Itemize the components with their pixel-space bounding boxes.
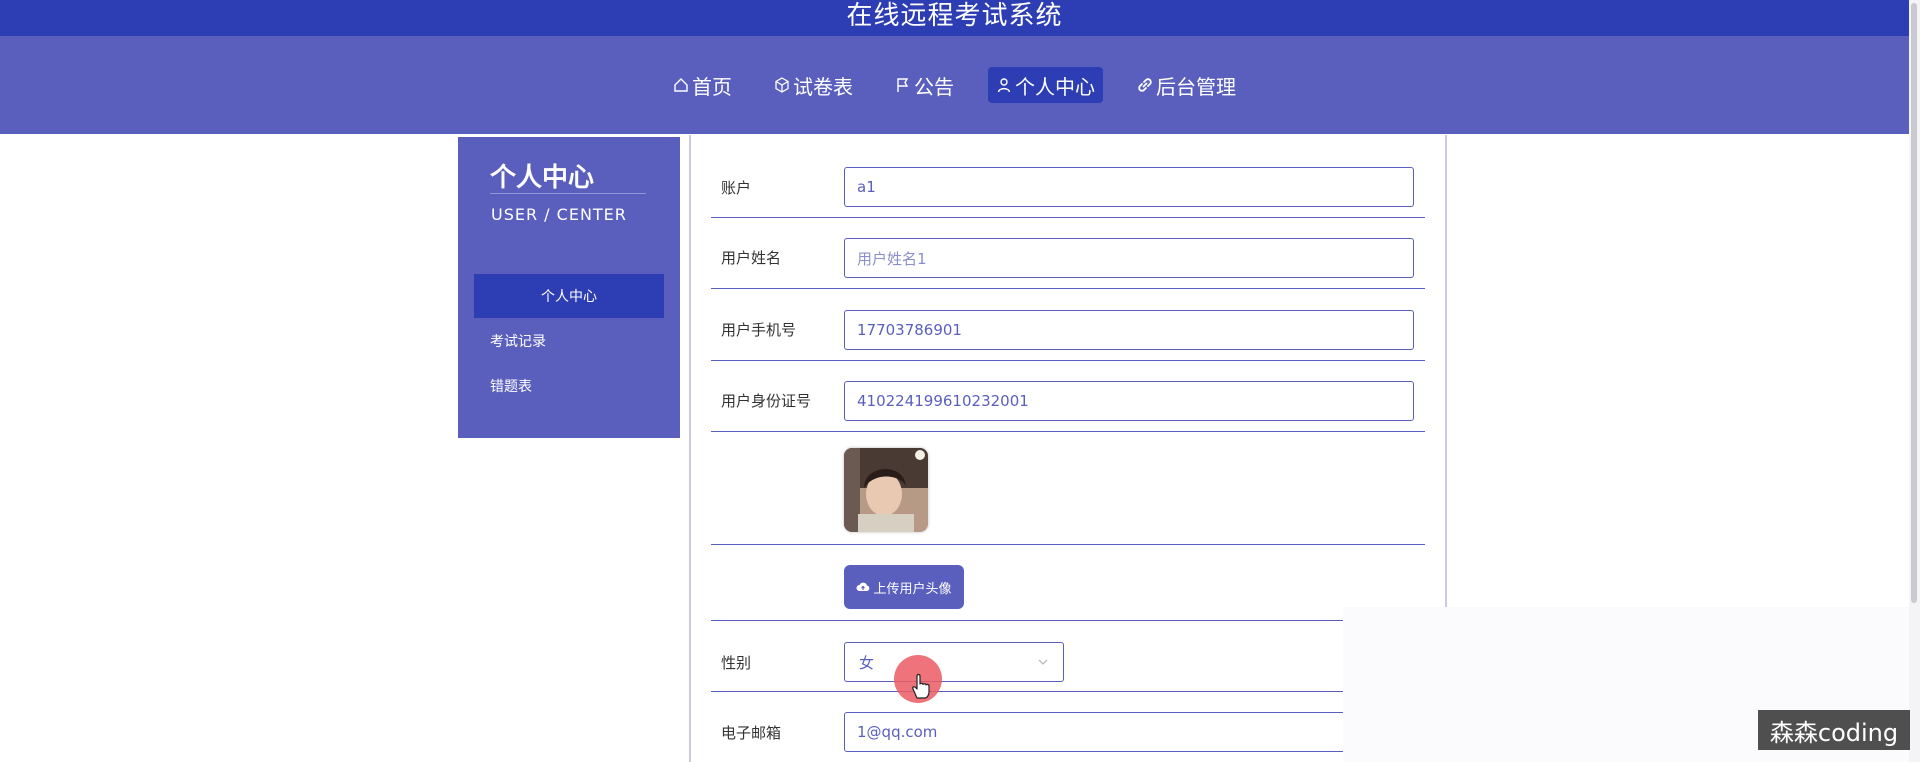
sidebar-title: 个人中心 bbox=[490, 163, 595, 193]
id-card-input[interactable]: 410224199610232001 bbox=[844, 381, 1414, 421]
sidebar-subtitle: USER / CENTER bbox=[491, 205, 627, 224]
username-input[interactable]: 用户姓名1 bbox=[844, 238, 1414, 278]
nav-item-home[interactable]: 首页 bbox=[665, 67, 740, 103]
sidebar: 个人中心 USER / CENTER 个人中心 考试记录 错题表 bbox=[458, 137, 680, 438]
sidebar-item-profile[interactable]: 个人中心 bbox=[474, 274, 664, 318]
home-icon bbox=[674, 78, 688, 92]
upload-avatar-button[interactable]: 上传用户头像 bbox=[844, 565, 964, 609]
cloud-upload-icon bbox=[856, 582, 870, 591]
nav-label: 公告 bbox=[914, 74, 954, 99]
app-title: 在线远程考试系统 bbox=[0, 0, 1909, 36]
id-card-label: 用户身份证号 bbox=[721, 392, 812, 410]
scrollbar-thumb[interactable] bbox=[1911, 3, 1917, 603]
top-nav: 首页 试卷表 公告 个人中心 后台管理 bbox=[0, 36, 1909, 134]
page: 在线远程考试系统 首页 试卷表 公告 个人中心 后台管理 个人中心 USER /… bbox=[0, 0, 1920, 762]
form-row-upload: 上传用户头像 bbox=[711, 545, 1425, 621]
form-row-phone: 用户手机号 17703786901 bbox=[711, 289, 1425, 361]
phone-input[interactable]: 17703786901 bbox=[844, 310, 1414, 350]
form-row-account: 账户 a1 bbox=[711, 135, 1425, 218]
form-row-id-card: 用户身份证号 410224199610232001 bbox=[711, 361, 1425, 432]
sidebar-divider bbox=[490, 193, 646, 194]
form-row-avatar bbox=[711, 432, 1425, 545]
form-row-username: 用户姓名 用户姓名1 bbox=[711, 218, 1425, 289]
user-icon bbox=[997, 78, 1011, 93]
account-input[interactable]: a1 bbox=[844, 167, 1414, 207]
nav-label: 试卷表 bbox=[793, 74, 853, 99]
page-scrollbar[interactable] bbox=[1909, 0, 1920, 762]
nav-item-notice[interactable]: 公告 bbox=[887, 67, 962, 103]
chevron-down-icon bbox=[1038, 659, 1048, 665]
sidebar-item-wrong-questions[interactable]: 错题表 bbox=[474, 364, 664, 408]
link-icon bbox=[1138, 78, 1152, 92]
nav-item-profile[interactable]: 个人中心 bbox=[988, 67, 1103, 103]
form-row-gender: 性别 女 bbox=[711, 621, 1425, 692]
nav-item-admin[interactable]: 后台管理 bbox=[1129, 67, 1244, 103]
gender-value: 女 bbox=[859, 653, 875, 672]
email-label: 电子邮箱 bbox=[721, 724, 782, 742]
hand-cursor-icon bbox=[912, 673, 930, 699]
email-input[interactable]: 1@qq.com bbox=[844, 712, 1414, 752]
nav-label: 个人中心 bbox=[1015, 74, 1095, 99]
avatar-photo bbox=[844, 448, 928, 532]
cube-icon bbox=[775, 77, 789, 93]
avatar bbox=[844, 448, 928, 532]
form-row-email: 电子邮箱 1@qq.com bbox=[711, 692, 1425, 762]
gender-select[interactable]: 女 bbox=[844, 642, 1064, 682]
nav-label: 后台管理 bbox=[1156, 74, 1236, 99]
username-label: 用户姓名 bbox=[721, 249, 782, 267]
gender-label: 性别 bbox=[721, 654, 752, 672]
upload-avatar-label: 上传用户头像 bbox=[873, 581, 952, 597]
nav-item-papers[interactable]: 试卷表 bbox=[766, 67, 861, 103]
profile-form: 账户 a1 用户姓名 用户姓名1 用户手机号 17703786901 用户身份证… bbox=[689, 135, 1447, 762]
sidebar-item-exam-records[interactable]: 考试记录 bbox=[474, 319, 664, 363]
phone-label: 用户手机号 bbox=[721, 321, 797, 339]
flag-icon bbox=[897, 78, 909, 92]
account-label: 账户 bbox=[721, 179, 752, 197]
nav-label: 首页 bbox=[692, 74, 732, 99]
watermark: 森森coding bbox=[1758, 710, 1910, 750]
